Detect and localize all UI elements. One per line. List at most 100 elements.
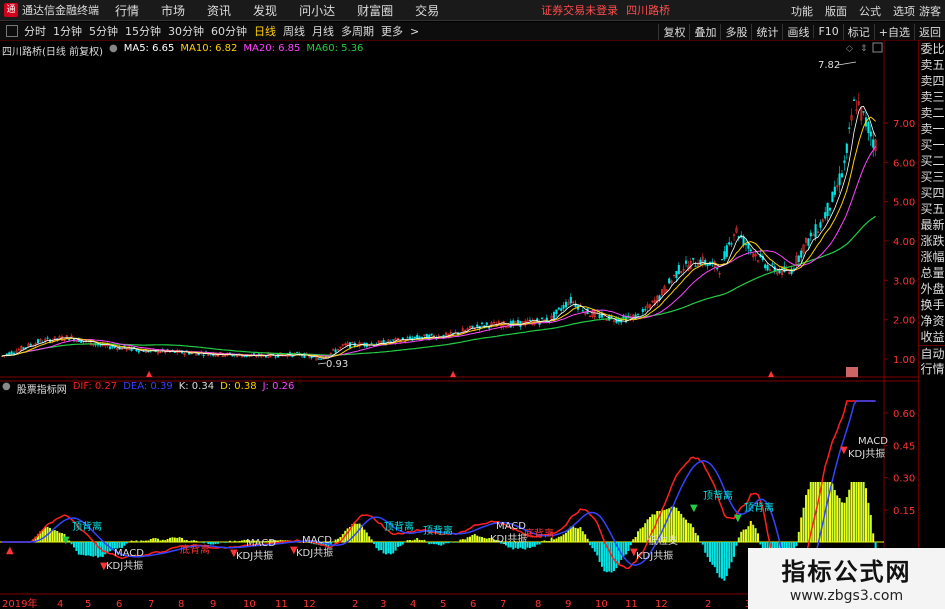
side-bid1[interactable]: 买一 (919, 137, 945, 153)
btn-restore-rights[interactable]: 复权 (658, 23, 689, 40)
diamond-icon[interactable]: ◇ (846, 44, 853, 54)
candle-body (699, 259, 702, 266)
period-60min[interactable]: 60分钟 (211, 23, 247, 39)
side-ask5[interactable]: 卖五 (919, 57, 945, 73)
candle-body (320, 358, 323, 360)
side-ask4[interactable]: 卖四 (919, 73, 945, 89)
time-tick-label: 10 (595, 599, 608, 609)
kline-info-bar: 四川路桥(日线 前复权) ● MA5: 6.65 MA10: 6.82 MA20… (2, 43, 369, 58)
macd-bar (836, 495, 839, 542)
period-weekly[interactable]: 周线 (283, 23, 305, 39)
side-bid2[interactable]: 买二 (919, 153, 945, 169)
macd-bar (752, 524, 755, 542)
side-change[interactable]: 涨跌 (919, 233, 945, 249)
side-change-pct[interactable]: 涨幅 (919, 249, 945, 265)
period-5min[interactable]: 5分钟 (89, 23, 118, 39)
candle-body (135, 349, 138, 352)
time-tick-label: 5 (85, 599, 91, 609)
btn-overlay[interactable]: 叠加 (689, 23, 720, 40)
period-tick[interactable]: 分时 (24, 23, 46, 39)
macd-bar (812, 482, 815, 542)
menu-news[interactable]: 资讯 (207, 2, 231, 19)
macd-bar (867, 502, 870, 542)
app-logo-icon: 通 (4, 3, 18, 17)
dif-value: DIF: 0.27 (72, 381, 118, 392)
macd-bar (363, 529, 366, 542)
menu-trade[interactable]: 交易 (415, 2, 439, 19)
btn-back[interactable]: 返回 (914, 23, 945, 40)
period-1min[interactable]: 1分钟 (53, 23, 82, 39)
menu-function[interactable]: 功能 (791, 3, 813, 19)
side-ask2[interactable]: 卖二 (919, 105, 945, 121)
chevron-right-icon[interactable]: > (410, 25, 419, 38)
indicator-name[interactable]: 股票指标网 (17, 381, 67, 396)
menu-options[interactable]: 选项 (893, 3, 915, 19)
menu-wealth[interactable]: 财富圈 (357, 2, 393, 19)
menu-formula[interactable]: 公式 (859, 3, 881, 19)
time-tick-label: 9 (210, 599, 216, 609)
period-multi[interactable]: 多周期 (341, 23, 374, 39)
macd-bar (533, 542, 536, 547)
side-volume[interactable]: 总量 (919, 265, 945, 281)
macd-bar (735, 542, 738, 546)
btn-multi-stock[interactable]: 多股 (720, 23, 751, 40)
side-net-assets[interactable]: 净资 (919, 313, 945, 329)
macd-bar (56, 530, 59, 542)
info-toggle-icon[interactable]: ● (2, 381, 11, 395)
btn-add-watchlist[interactable]: +自选 (873, 23, 914, 40)
macd-bar (733, 542, 735, 557)
guest-user[interactable]: 游客 (919, 3, 941, 19)
macd-bar (195, 540, 198, 542)
menu-quotes[interactable]: 行情 (115, 2, 139, 19)
period-monthly[interactable]: 月线 (312, 23, 334, 39)
event-marker-box-icon[interactable] (846, 367, 858, 377)
period-15min[interactable]: 15分钟 (125, 23, 161, 39)
event-marker-icon[interactable]: ▲ (146, 369, 153, 378)
period-daily[interactable]: 日线 (254, 23, 276, 39)
side-turnover[interactable]: 换手 (919, 297, 945, 313)
window-toggle-icon[interactable] (872, 42, 883, 53)
side-ask3[interactable]: 卖三 (919, 89, 945, 105)
candle-body (764, 264, 767, 269)
side-bid4[interactable]: 买四 (919, 185, 945, 201)
btn-statistics[interactable]: 统计 (751, 23, 782, 40)
period-30min[interactable]: 30分钟 (168, 23, 204, 39)
period-more[interactable]: 更多 (381, 23, 403, 39)
macd-bar (123, 542, 126, 546)
menu-discover[interactable]: 发现 (253, 2, 277, 19)
candle-body (202, 354, 205, 356)
btn-draw-line[interactable]: 画线 (782, 23, 813, 40)
macd-bar (745, 529, 747, 542)
candle-body (636, 313, 640, 315)
event-marker-icon[interactable]: ▲ (768, 369, 775, 378)
macd-bar (409, 540, 411, 542)
layout-icon[interactable] (6, 25, 18, 37)
macd-bar (699, 541, 702, 542)
info-toggle-icon[interactable]: ● (109, 43, 118, 57)
side-bid5[interactable]: 买五 (919, 201, 945, 217)
btn-f10[interactable]: F10 (813, 25, 842, 38)
event-marker-icon[interactable]: ▲ (450, 369, 457, 378)
up-down-icon[interactable]: ⇕ (860, 44, 868, 54)
side-ask1[interactable]: 卖一 (919, 121, 945, 137)
menu-ask[interactable]: 问小达 (299, 2, 335, 19)
menu-market[interactable]: 市场 (161, 2, 185, 19)
side-bid3[interactable]: 买三 (919, 169, 945, 185)
side-last[interactable]: 最新 (919, 217, 945, 233)
macd-bar (416, 538, 419, 542)
btn-mark[interactable]: 标记 (842, 23, 874, 40)
menu-layout[interactable]: 版面 (825, 3, 847, 19)
side-outer-vol[interactable]: 外盘 (919, 281, 945, 297)
side-auto[interactable]: 自动 (919, 345, 945, 361)
side-quotes[interactable]: 行情 (919, 361, 945, 377)
side-earnings[interactable]: 收益 (919, 329, 945, 345)
login-status[interactable]: 证券交易未登录 (541, 2, 618, 18)
macd-bar (538, 542, 541, 545)
macd-bar (697, 535, 699, 542)
macd-bar (337, 538, 339, 542)
macd-bar (406, 540, 409, 542)
side-order-ratio[interactable]: 委比 (919, 41, 945, 57)
kline-chart[interactable]: 7.00 6.00 5.00 4.00 3.00 2.00 1.00 0.60 0.45 0.3… (0, 41, 918, 609)
candle-body (137, 350, 140, 353)
time-tick-label: 4 (410, 599, 416, 609)
